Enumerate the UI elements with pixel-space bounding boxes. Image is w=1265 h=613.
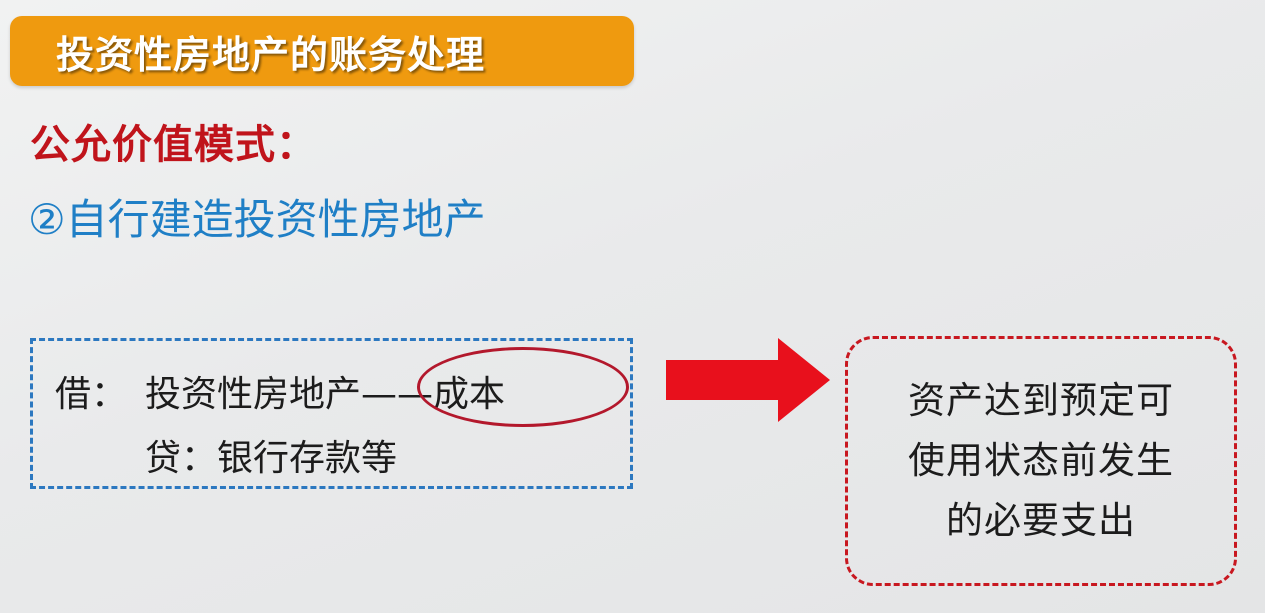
note-line-2: 使用状态前发生 (908, 439, 1174, 482)
highlight-oval (417, 347, 629, 427)
mode-label: 公允价值模式： (30, 122, 317, 168)
note-box: 资产达到预定可 使用状态前发生 的必要支出 (845, 336, 1237, 586)
note-line-3: 的必要支出 (946, 499, 1136, 542)
sub-heading: ②自行建造投资性房地产 (28, 195, 486, 244)
right-arrow-icon (666, 338, 830, 422)
journal-entry-box: 借： 投资性房地产——成本 贷：银行存款等 (30, 338, 633, 489)
page-title: 投资性房地产的账务处理 (56, 32, 486, 77)
credit-line: 贷：银行存款等 (145, 438, 398, 479)
debit-account: 投资性房地产 (145, 374, 362, 415)
title-banner: 投资性房地产的账务处理 (10, 16, 634, 86)
note-line-1: 资产达到预定可 (908, 379, 1174, 422)
debit-label: 借： (55, 374, 128, 415)
